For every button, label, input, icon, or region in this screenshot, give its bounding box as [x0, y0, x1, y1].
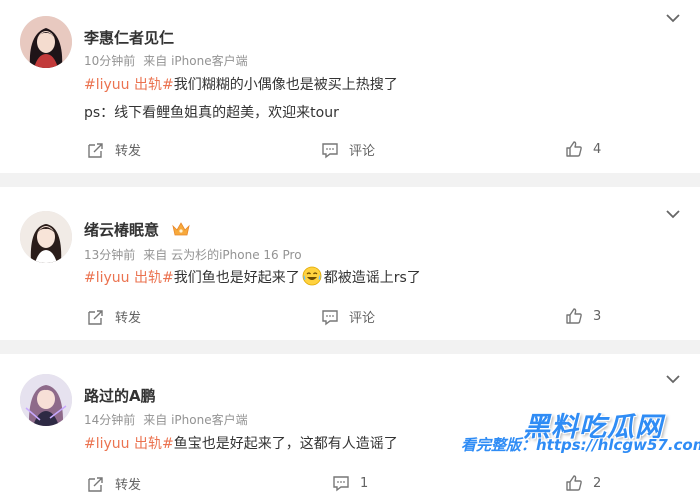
- repost-label: 转发: [115, 311, 142, 326]
- avatar[interactable]: [20, 374, 72, 426]
- like-button[interactable]: 2: [565, 474, 601, 492]
- like-count: 3: [593, 308, 602, 324]
- post-card: 李惠仁者见仁 10分钟前 来自 iPhone客户端 #liyuu 出轨#我们糊糊的…: [0, 0, 700, 173]
- repost-button[interactable]: 转发: [87, 307, 141, 326]
- avatar[interactable]: [20, 16, 72, 68]
- repost-icon: [88, 476, 103, 492]
- repost-icon: [88, 309, 103, 325]
- like-icon: [566, 475, 582, 491]
- comment-button[interactable]: 1: [332, 474, 368, 492]
- post-meta: 10分钟前 来自 iPhone客户端: [84, 52, 248, 69]
- post-time[interactable]: 13分钟前: [84, 248, 135, 262]
- comment-icon: [322, 142, 338, 158]
- like-count: 4: [593, 141, 602, 157]
- post-content: #liyuu 出轨#我们糊糊的小偶像也是被买上热搜了: [84, 74, 398, 94]
- repost-icon: [88, 142, 103, 158]
- post-actions: 转发 评论 3: [0, 307, 700, 331]
- post-text: 我们鱼也是好起来了: [173, 270, 300, 286]
- like-icon: [566, 141, 582, 157]
- post-meta: 13分钟前 来自 云为杉的iPhone 16 Pro: [84, 246, 302, 263]
- comment-icon: [322, 309, 338, 325]
- post-actions: 转发 评论 4: [0, 140, 700, 164]
- post-text-tail: 都被造谣上rs了: [323, 270, 421, 286]
- comment-icon: [333, 476, 349, 492]
- chevron-down-icon[interactable]: [666, 13, 680, 23]
- crown-badge-icon: [172, 222, 190, 236]
- chevron-down-icon[interactable]: [666, 209, 680, 219]
- post-meta: 14分钟前 来自 iPhone客户端: [84, 411, 248, 428]
- crying-laughing-emoji-icon: [302, 266, 322, 286]
- like-icon: [566, 308, 582, 324]
- post-text-ps: ps：线下看鲤鱼姐真的超美，欢迎来tour: [84, 105, 339, 121]
- post-content: #liyuu 出轨#我们鱼也是好起来了 都被造谣上rs了: [84, 266, 421, 287]
- username[interactable]: 李惠仁者见仁: [84, 27, 174, 48]
- post-source: 来自 iPhone客户端: [143, 54, 248, 68]
- post-card: 绪云椿眠意 13分钟前 来自 云为杉的iPhone 16 Pro #liyuu 出…: [0, 187, 700, 340]
- comment-button[interactable]: 评论: [321, 307, 375, 326]
- chevron-down-icon[interactable]: [666, 374, 680, 384]
- like-button[interactable]: 3: [565, 307, 601, 325]
- topic-link[interactable]: #liyuu 出轨#: [84, 270, 174, 286]
- weibo-feed: 李惠仁者见仁 10分钟前 来自 iPhone客户端 #liyuu 出轨#我们糊糊的…: [0, 0, 700, 500]
- like-button[interactable]: 4: [565, 140, 601, 158]
- comment-label: 评论: [349, 311, 376, 326]
- comment-label: 评论: [349, 144, 376, 159]
- topic-link[interactable]: #liyuu 出轨#: [84, 436, 174, 452]
- repost-button[interactable]: 转发: [87, 140, 141, 159]
- post-content: #liyuu 出轨#鱼宝也是好起来了，这都有人造谣了: [84, 433, 398, 453]
- post-actions: 转发 1 2: [0, 474, 700, 498]
- post-text: 我们糊糊的小偶像也是被买上热搜了: [173, 77, 398, 93]
- like-count: 2: [593, 475, 602, 491]
- post-source: 来自 云为杉的iPhone 16 Pro: [143, 248, 302, 262]
- comment-button[interactable]: 评论: [321, 140, 375, 159]
- avatar[interactable]: [20, 211, 72, 263]
- repost-button[interactable]: 转发: [87, 474, 141, 493]
- repost-label: 转发: [115, 478, 142, 493]
- username[interactable]: 路过的A鹏: [84, 385, 156, 406]
- comment-count: 1: [360, 475, 369, 491]
- post-text: 鱼宝也是好起来了，这都有人造谣了: [173, 436, 398, 452]
- repost-label: 转发: [115, 144, 142, 159]
- watermark-url: 看完整版：https://hlcgw57.com: [461, 436, 700, 454]
- post-source: 来自 iPhone客户端: [143, 413, 248, 427]
- post-time[interactable]: 10分钟前: [84, 54, 135, 68]
- username[interactable]: 绪云椿眠意: [84, 219, 190, 240]
- topic-link[interactable]: #liyuu 出轨#: [84, 77, 174, 93]
- post-time[interactable]: 14分钟前: [84, 413, 135, 427]
